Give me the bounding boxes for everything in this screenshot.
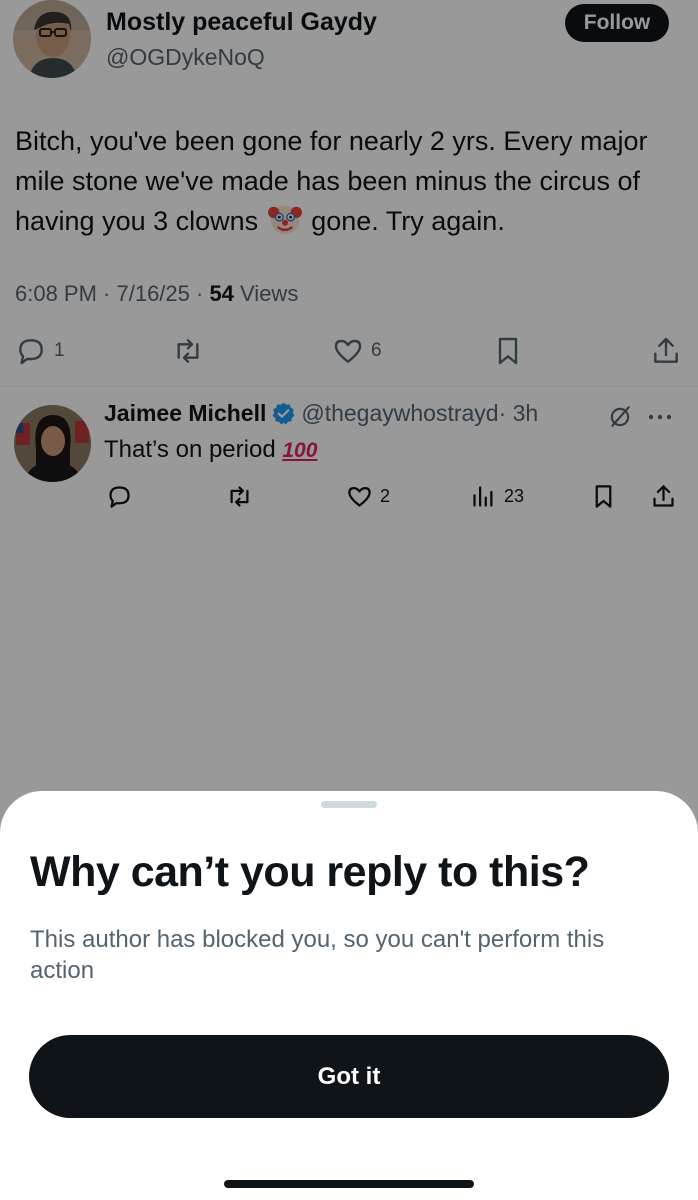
sheet-grabber[interactable]: [321, 801, 377, 808]
tweet-page: Mostly peaceful Gaydy @OGDykeNoQ Follow …: [0, 0, 698, 1200]
home-indicator: [224, 1180, 474, 1188]
sheet-message: This author has blocked you, so you can'…: [30, 926, 605, 984]
sheet-title: Why can’t you reply to this?: [30, 848, 590, 896]
got-it-button[interactable]: Got it: [29, 1035, 669, 1118]
bottom-sheet: Why can’t you reply to this? This author…: [0, 791, 698, 1200]
